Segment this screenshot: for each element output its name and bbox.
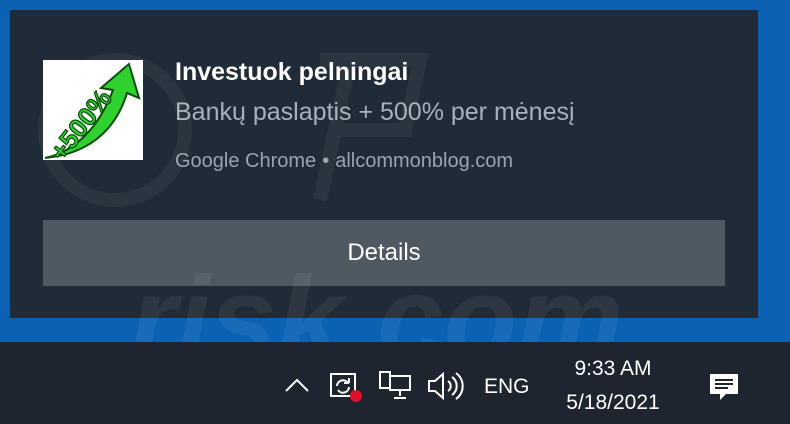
clock-date: 5/18/2021 xyxy=(566,391,660,414)
action-center-icon[interactable] xyxy=(704,366,744,406)
toast-notification[interactable]: +500% Investuok pelningai Bankų paslapti… xyxy=(10,10,758,318)
taskbar: ENG 9:33 AM 5/18/2021 xyxy=(0,342,790,424)
volume-icon[interactable] xyxy=(426,370,464,402)
language-indicator[interactable]: ENG xyxy=(484,375,530,399)
notification-attribution: Google Chrome • allcommonblog.com xyxy=(175,150,513,173)
notification-title: Investuok pelningai xyxy=(175,58,409,86)
notification-message: Bankų paslaptis + 500% per mėnesį xyxy=(175,98,575,126)
growth-arrow-icon: +500% xyxy=(43,60,143,167)
clock[interactable]: 9:33 AM 5/18/2021 xyxy=(548,352,678,420)
source-site: allcommonblog.com xyxy=(335,150,514,172)
clock-time: 9:33 AM xyxy=(574,357,652,380)
source-app: Google Chrome xyxy=(175,150,317,172)
chevron-up-icon[interactable] xyxy=(282,372,312,398)
attribution-separator: • xyxy=(322,150,330,172)
details-button[interactable]: Details xyxy=(43,220,725,286)
sync-alert-icon[interactable] xyxy=(328,368,364,404)
network-icon[interactable] xyxy=(378,370,412,402)
